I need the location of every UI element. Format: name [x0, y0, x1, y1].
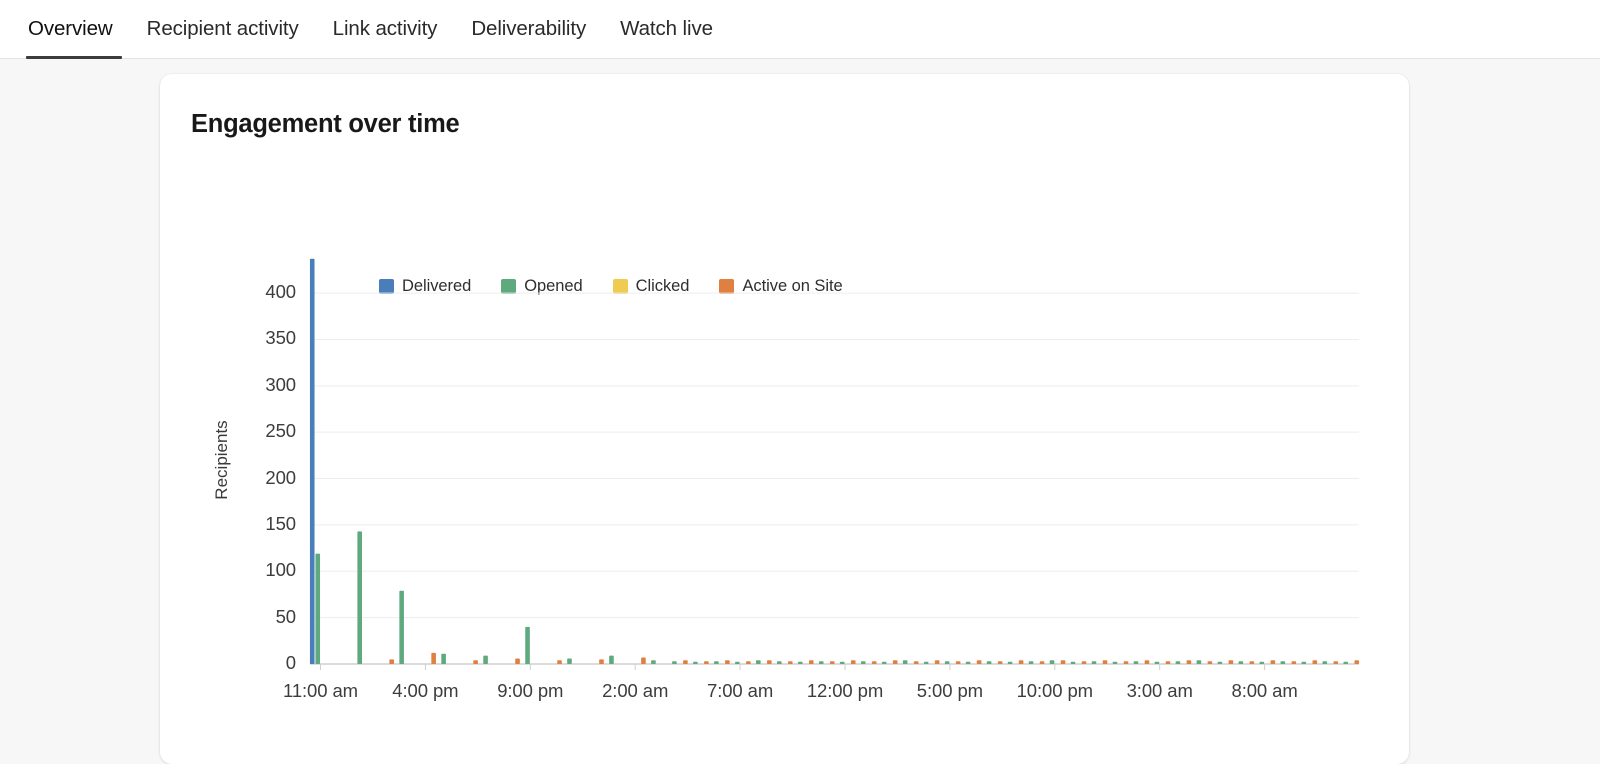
- x-axis-tick: 10:00 pm: [985, 680, 1125, 702]
- y-axis-label: Recipients: [212, 420, 232, 499]
- x-axis-tick: 2:00 am: [565, 680, 705, 702]
- y-axis-tick: 200: [226, 467, 296, 489]
- engagement-card: Engagement over time Delivered Opened Clic…: [160, 74, 1409, 764]
- x-axis-tick: 4:00 pm: [355, 680, 495, 702]
- legend-swatch-icon: [613, 279, 628, 294]
- y-axis-tick: 150: [226, 513, 296, 535]
- tab-recipient-activity[interactable]: Recipient activity: [130, 0, 316, 59]
- tab-overview[interactable]: Overview: [18, 0, 130, 59]
- tab-watch-live[interactable]: Watch live: [603, 0, 730, 59]
- page-title: Engagement over time: [191, 110, 460, 139]
- engagement-chart: Recipients 0 50 100 150 200 250 300 350 400 11:00 …: [160, 74, 1409, 764]
- legend-swatch-icon: [379, 279, 394, 294]
- y-axis-tick: 0: [226, 652, 296, 674]
- legend-item-delivered[interactable]: Delivered: [379, 277, 471, 296]
- legend-label: Active on Site: [742, 277, 842, 296]
- x-axis-tick: 11:00 am: [250, 680, 390, 702]
- tab-deliverability[interactable]: Deliverability: [454, 0, 603, 59]
- x-axis-tick: 5:00 pm: [880, 680, 1020, 702]
- tab-bar: OverviewRecipient activityLink activityD…: [0, 0, 1600, 59]
- legend-item-opened[interactable]: Opened: [501, 277, 582, 296]
- legend-swatch-icon: [719, 279, 734, 294]
- x-axis-tick: 7:00 am: [670, 680, 810, 702]
- legend-label: Opened: [524, 277, 582, 296]
- x-axis-tick: 8:00 am: [1195, 680, 1335, 702]
- tab-link-activity[interactable]: Link activity: [316, 0, 455, 59]
- legend-label: Delivered: [402, 277, 471, 296]
- y-axis-tick: 250: [226, 420, 296, 442]
- x-axis-tick: 12:00 pm: [775, 680, 915, 702]
- y-axis-tick: 300: [226, 374, 296, 396]
- legend-item-active-on-site[interactable]: Active on Site: [719, 277, 842, 296]
- legend-item-clicked[interactable]: Clicked: [613, 277, 690, 296]
- legend-swatch-icon: [501, 279, 516, 294]
- y-axis-tick: 350: [226, 327, 296, 349]
- chart-legend: Delivered Opened Clicked Active on Site: [379, 277, 873, 296]
- y-axis-tick: 400: [226, 281, 296, 303]
- x-axis-tick: 9:00 pm: [460, 680, 600, 702]
- y-axis-tick: 100: [226, 559, 296, 581]
- x-axis-tick: 3:00 am: [1090, 680, 1230, 702]
- legend-label: Clicked: [636, 277, 690, 296]
- y-axis-tick: 50: [226, 606, 296, 628]
